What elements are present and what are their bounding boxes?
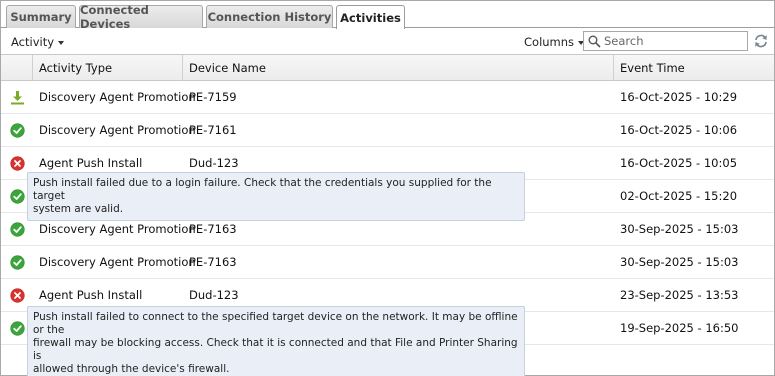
activity-menu-button[interactable]: Activity xyxy=(11,35,65,49)
success-icon xyxy=(10,321,25,336)
header-activity-type[interactable]: Activity Type xyxy=(32,55,182,81)
event-time-cell: 16-Oct-2025 - 10:05 xyxy=(620,156,738,170)
activity-type-cell: Discovery Agent Promotion xyxy=(39,255,196,269)
search-box[interactable] xyxy=(583,31,748,51)
tooltip-line: Push install failed to connect to the sp… xyxy=(33,311,518,336)
refresh-icon[interactable] xyxy=(753,33,769,49)
columns-menu-label: Columns xyxy=(524,35,575,49)
success-icon xyxy=(10,189,25,204)
download-icon xyxy=(10,90,25,105)
event-time-cell: 30-Sep-2025 - 15:03 xyxy=(620,222,739,236)
header-event-time[interactable]: Event Time xyxy=(613,55,774,81)
device-name-cell: PE-7163 xyxy=(189,255,237,269)
error-tooltip: Push install failed to connect to the sp… xyxy=(27,306,525,376)
success-icon xyxy=(10,123,25,138)
activity-menu-label: Activity xyxy=(11,35,55,49)
success-icon xyxy=(10,255,25,270)
search-input[interactable] xyxy=(604,33,742,49)
columns-menu-button[interactable]: Columns xyxy=(524,35,585,49)
activities-panel: Summary Connected Devices Connection His… xyxy=(0,0,775,376)
event-time-cell: 23-Sep-2025 - 13:53 xyxy=(620,288,739,302)
tooltip-line: system are valid. xyxy=(33,203,124,215)
tab-connection-history[interactable]: Connection History xyxy=(206,5,333,28)
event-time-cell: 16-Oct-2025 - 10:29 xyxy=(620,90,738,104)
grid-header: Activity Type Device Name Event Time xyxy=(1,55,774,81)
activity-type-cell: Discovery Agent Promotion xyxy=(39,123,196,137)
toolbar: Activity Columns xyxy=(1,28,774,55)
tooltip-line: Push install failed due to a login failu… xyxy=(33,177,492,202)
tab-connected-devices[interactable]: Connected Devices xyxy=(79,3,203,31)
error-tooltip: Push install failed due to a login failu… xyxy=(27,172,525,221)
success-icon xyxy=(10,222,25,237)
tooltip-line: firewall may be blocking access. Check t… xyxy=(33,337,518,362)
event-time-cell: 19-Sep-2025 - 16:50 xyxy=(620,321,739,335)
tab-summary[interactable]: Summary xyxy=(6,5,76,28)
table-row[interactable]: Discovery Agent Promotion PE-7163 30-Sep-2… xyxy=(1,246,774,279)
tab-bar: Summary Connected Devices Connection His… xyxy=(1,1,774,31)
event-time-cell: 30-Sep-2025 - 15:03 xyxy=(620,255,739,269)
tab-activities[interactable]: Activities xyxy=(336,5,405,29)
header-status xyxy=(1,55,32,81)
header-device-name[interactable]: Device Name xyxy=(182,55,613,81)
table-row[interactable]: Discovery Agent Promotion PE-7161 16-Oct-2… xyxy=(1,114,774,147)
device-name-cell: PE-7161 xyxy=(189,123,237,137)
error-icon xyxy=(10,288,25,303)
chevron-down-icon xyxy=(58,40,65,45)
device-name-cell: PE-7159 xyxy=(189,90,237,104)
event-time-cell: 16-Oct-2025 - 10:06 xyxy=(620,123,738,137)
event-time-cell: 02-Oct-2025 - 15:20 xyxy=(620,189,738,203)
search-icon xyxy=(584,32,604,50)
tooltip-line: allowed through the device's firewall. xyxy=(33,363,230,375)
activity-type-cell: Discovery Agent Promotion xyxy=(39,90,196,104)
table-row[interactable]: Discovery Agent Promotion PE-7159 16-Oct-2… xyxy=(1,81,774,114)
error-icon xyxy=(10,156,25,171)
